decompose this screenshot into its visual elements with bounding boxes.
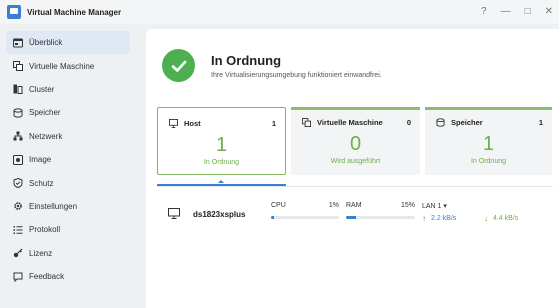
- image-icon: [13, 154, 23, 165]
- card-count: 0: [406, 118, 411, 127]
- sidebar-item-label: Cluster: [29, 84, 55, 94]
- sidebar-item-storage[interactable]: Speicher: [6, 101, 130, 124]
- card-count: 1: [271, 119, 276, 128]
- app-title: Virtual Machine Manager: [27, 7, 122, 17]
- feedback-icon: [13, 272, 23, 282]
- arrow-down-icon: ↓: [484, 214, 488, 223]
- ram-value: 15%: [400, 202, 415, 209]
- log-icon: [13, 225, 23, 235]
- status-title: In Ordnung: [211, 53, 282, 68]
- help-button[interactable]: ?: [481, 7, 487, 17]
- card-title: Host: [184, 119, 201, 128]
- download-rate-value: 4.4 kB/s: [493, 215, 519, 222]
- key-icon: [13, 248, 23, 258]
- host-row[interactable]: ds1823xsplus CPU 1% RAM 15% LAN 1 ▾ ↑ 2.2…: [157, 199, 553, 229]
- card-status: Wird ausgeführt: [330, 158, 381, 165]
- sidebar-item-label: Virtuelle Maschine: [29, 61, 95, 71]
- sidebar: Überblick Virtuelle Maschine Cluster Spe…: [0, 24, 136, 308]
- caret-down-icon: ▾: [443, 203, 447, 210]
- monitor-icon: [168, 208, 180, 219]
- divider: [157, 186, 553, 187]
- card-status: In Ordnung: [470, 158, 507, 165]
- check-circle-icon: [162, 49, 195, 82]
- storage-card[interactable]: Speicher 1 1 In Ordnung: [425, 107, 552, 175]
- vm-card[interactable]: Virtuelle Maschine 0 0 Wird ausgeführt: [291, 107, 420, 175]
- card-accent-bar: [291, 107, 420, 110]
- storage-icon: [436, 118, 445, 127]
- gear-icon: [13, 201, 23, 211]
- status-subtitle: Ihre Virtualisierungsumgebung funktionie…: [211, 72, 382, 79]
- sidebar-item-cluster[interactable]: Cluster: [6, 78, 130, 101]
- cpu-label: CPU: [271, 202, 286, 209]
- sidebar-item-label: Protokoll: [29, 225, 61, 235]
- close-button[interactable]: ✕: [545, 7, 553, 17]
- sidebar-item-label: Überblick: [29, 38, 63, 48]
- vm-icon: [302, 118, 311, 127]
- cluster-icon: [13, 84, 23, 95]
- card-title: Virtuelle Maschine: [317, 118, 383, 127]
- selected-tab-caret: [218, 180, 224, 183]
- sidebar-item-log[interactable]: Protokoll: [6, 218, 130, 241]
- minimize-button[interactable]: —: [501, 7, 511, 17]
- storage-icon: [13, 108, 23, 118]
- sidebar-item-label: Netzwerk: [29, 131, 63, 141]
- sidebar-item-license[interactable]: Lizenz: [6, 242, 130, 265]
- sidebar-item-label: Einstellungen: [29, 201, 78, 211]
- ram-label: RAM: [346, 202, 362, 209]
- app-logo-icon: [7, 5, 21, 19]
- cpu-meter-fill: [271, 216, 274, 219]
- host-card[interactable]: Host 1 1 In Ordnung: [157, 107, 286, 175]
- sidebar-item-label: Lizenz: [29, 248, 53, 258]
- lan-select-label: LAN 1: [422, 203, 442, 210]
- ram-meter-fill: [346, 216, 357, 219]
- card-status: In Ordnung: [203, 159, 240, 166]
- card-value: 1: [482, 133, 495, 155]
- card-value: 0: [349, 133, 362, 155]
- overview-panel: In Ordnung Ihre Virtualisierungsumgebung…: [146, 29, 559, 308]
- upload-rate: ↑ 2.2 kB/s: [422, 214, 456, 223]
- sidebar-item-label: Image: [29, 155, 52, 165]
- lan-select[interactable]: LAN 1 ▾: [422, 202, 447, 210]
- card-value: 1: [215, 134, 228, 156]
- cpu-value: 1%: [328, 202, 339, 209]
- overview-icon: [13, 38, 23, 48]
- network-icon: [13, 131, 23, 141]
- card-title: Speicher: [451, 118, 483, 127]
- sidebar-item-overview[interactable]: Überblick: [6, 31, 130, 55]
- cpu-meter: [271, 216, 339, 219]
- ram-meter: [346, 216, 415, 219]
- download-rate: ↓ 4.4 kB/s: [484, 214, 518, 223]
- sidebar-item-label: Schutz: [29, 178, 54, 188]
- host-name: ds1823xsplus: [193, 210, 246, 219]
- sidebar-item-label: Feedback: [29, 272, 65, 282]
- maximize-button[interactable]: □: [525, 7, 531, 17]
- sidebar-item-image[interactable]: Image: [6, 148, 130, 171]
- sidebar-item-network[interactable]: Netzwerk: [6, 125, 130, 148]
- sidebar-item-settings[interactable]: Einstellungen: [6, 195, 130, 218]
- sidebar-item-label: Speicher: [29, 108, 61, 118]
- card-accent-bar: [425, 107, 552, 110]
- sidebar-item-feedback[interactable]: Feedback: [6, 265, 130, 288]
- title-bar: Virtual Machine Manager ? — □ ✕: [0, 0, 559, 24]
- vm-icon: [13, 61, 23, 72]
- card-count: 1: [538, 118, 543, 127]
- sidebar-item-virtual-machine[interactable]: Virtuelle Maschine: [6, 54, 130, 77]
- upload-rate-value: 2.2 kB/s: [431, 215, 457, 222]
- monitor-icon: [169, 119, 178, 128]
- shield-icon: [13, 178, 23, 189]
- arrow-up-icon: ↑: [422, 214, 426, 223]
- sidebar-item-protection[interactable]: Schutz: [6, 171, 130, 194]
